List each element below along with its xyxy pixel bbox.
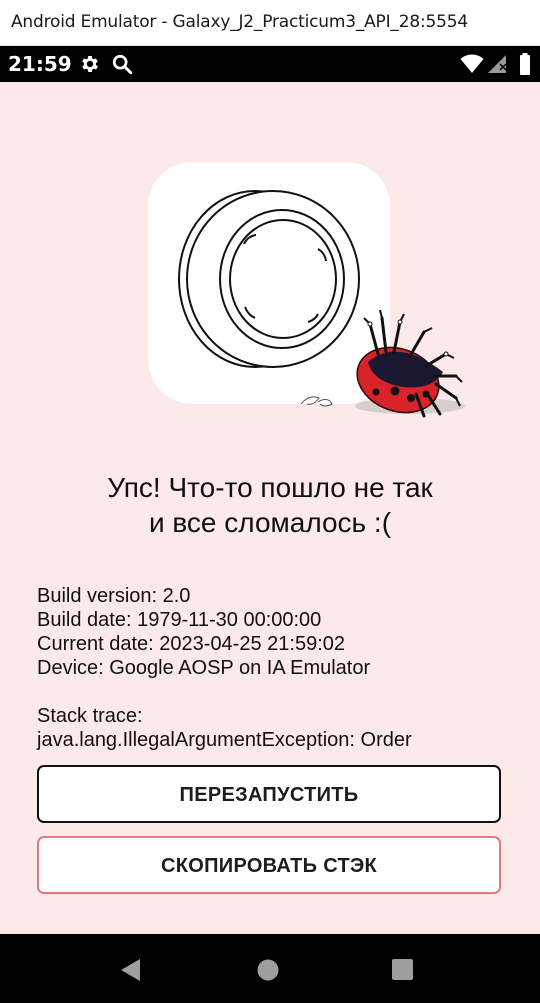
error-heading: Упс! Что-то пошло не так и все сломалось… (0, 470, 540, 540)
home-icon[interactable] (256, 958, 280, 982)
device-info: Device: Google AOSP on IA Emulator (37, 657, 371, 679)
build-version: Build version: 2.0 (37, 585, 191, 607)
restart-button[interactable]: ПЕРЕЗАПУСТИТЬ (37, 765, 501, 823)
stack-trace: java.lang.IllegalArgumentException: Orde… (37, 729, 412, 751)
window-title: Android Emulator - Galaxy_J2_Practicum3_… (11, 12, 468, 32)
settings-icon (82, 56, 98, 72)
status-bar: 21:59 (0, 46, 540, 82)
navigation-bar (0, 934, 540, 1003)
error-heading-line2: и все сломалось :( (148, 507, 392, 538)
current-date: Current date: 2023-04-25 21:59:02 (37, 633, 345, 655)
crash-illustration (148, 162, 488, 422)
recents-icon[interactable] (391, 959, 415, 981)
copy-stack-button[interactable]: СКОПИРОВАТЬ СТЭК (37, 836, 501, 894)
back-icon[interactable] (118, 958, 144, 982)
crash-screen: Упс! Что-то пошло не так и все сломалось… (0, 82, 540, 934)
wifi-icon (460, 54, 484, 73)
build-date: Build date: 1979-11-30 00:00:00 (37, 609, 322, 631)
ladybug-illustration (300, 309, 465, 418)
battery-icon (520, 53, 530, 75)
stack-trace-label: Stack trace: (37, 705, 143, 727)
crash-info: Build version: 2.0 Build date: 1979-11-3… (37, 584, 517, 752)
search-icon (112, 54, 133, 75)
status-time: 21:59 (8, 52, 72, 76)
emulator-title-bar: Android Emulator - Galaxy_J2_Practicum3_… (0, 0, 540, 46)
error-heading-line1: Упс! Что-то пошло не так (107, 472, 433, 503)
cellular-signal-icon (488, 55, 507, 73)
